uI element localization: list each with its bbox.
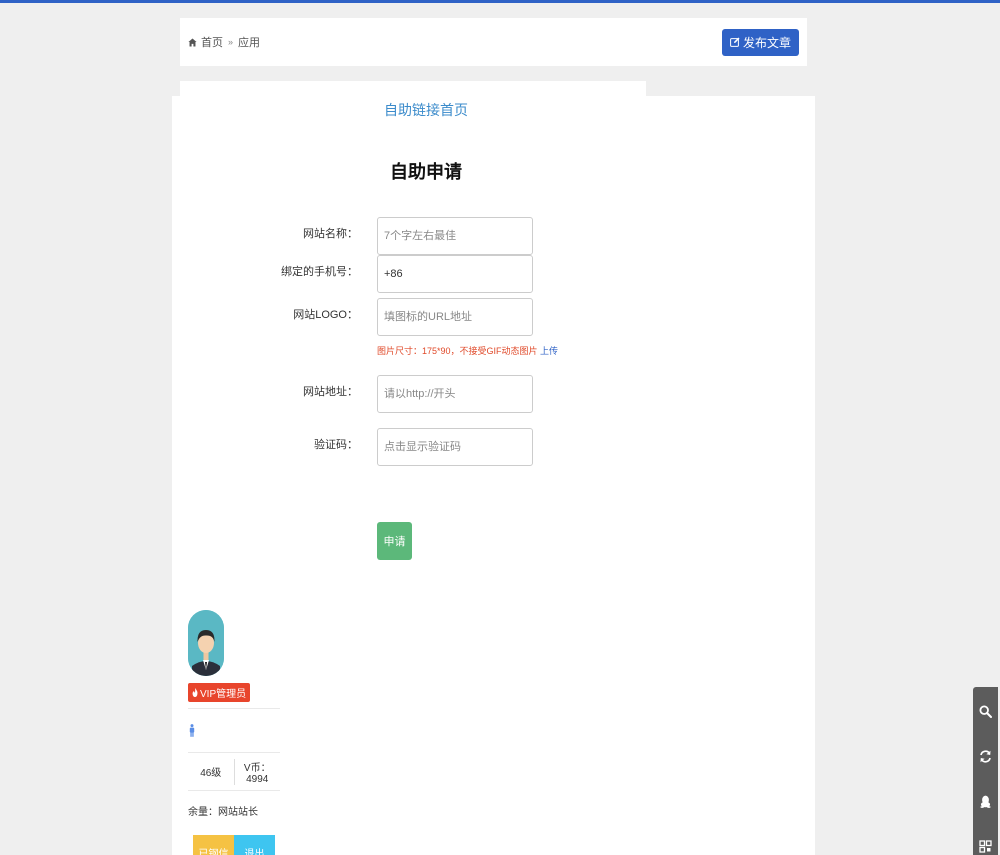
edit-icon [730,37,740,47]
search-icon [979,704,992,718]
captcha-input[interactable] [377,428,533,466]
search-tool[interactable] [979,703,993,719]
captcha-label: 验证码： [314,439,358,451]
qrcode-tool[interactable] [979,838,993,854]
link-home-link[interactable]: 自助链接首页 [384,100,468,120]
logo-url-input[interactable] [377,298,533,336]
vip-badge-label: VIP管理员 [200,689,247,700]
logo-label: 网站LOGO： [293,309,358,321]
phone-input[interactable] [377,255,533,293]
submit-button[interactable]: 申请 [377,522,412,560]
page-title: 自助申请 [390,162,462,182]
publish-article-button[interactable]: 发布文章 [721,28,799,56]
user-coins: V币：4994 [233,758,281,785]
avatar-image [188,610,224,676]
refresh-icon [980,749,991,763]
site-url-label: 网站地址： [303,386,358,398]
vip-badge: VIP管理员 [188,683,251,702]
qrcode-icon [979,839,992,853]
avatar[interactable] [188,610,224,676]
breadcrumb-home[interactable]: 首页 [201,34,223,50]
upload-link[interactable]: 上传 [540,346,558,356]
user-balance: 余量：网站站长 [188,807,258,818]
site-name-input[interactable] [377,217,533,255]
stats-row: 46级 V币：4994 [188,753,280,790]
gender-row [188,709,280,752]
floating-toolbar [973,687,998,855]
breadcrumb-current[interactable]: 应用 [238,34,260,50]
publish-article-label: 发布文章 [742,35,791,50]
qq-tool[interactable] [979,793,993,809]
divider [188,790,280,791]
breadcrumb-bar: 首页 » 应用 发布文章 [180,18,807,66]
logout-button[interactable]: 退出 [234,835,275,855]
qq-icon [980,795,991,808]
site-url-input[interactable] [377,375,533,413]
top-accent-line [0,0,1000,3]
logo-hint-text: 图片尺寸：175*90，不接受GIF动态图片 [377,346,538,356]
person-icon [189,724,195,737]
home-icon [188,37,197,47]
site-name-label: 网站名称： [303,228,358,240]
user-level: 46级 [200,768,222,779]
breadcrumb-separator: » [228,37,234,47]
profile-info-button[interactable]: 已钢信 [193,835,234,855]
flame-icon [192,688,198,697]
logo-hint: 图片尺寸：175*90，不接受GIF动态图片 上传 [377,344,558,357]
phone-label: 绑定的手机号： [281,266,358,278]
user-card: VIP管理员 46级 V币：4994 余量：网站站长 已钢信 退出 [188,610,280,855]
user-card-buttons: 已钢信 退出 [193,835,275,855]
refresh-tool[interactable] [979,748,993,764]
breadcrumb: 首页 » 应用 [188,34,260,50]
